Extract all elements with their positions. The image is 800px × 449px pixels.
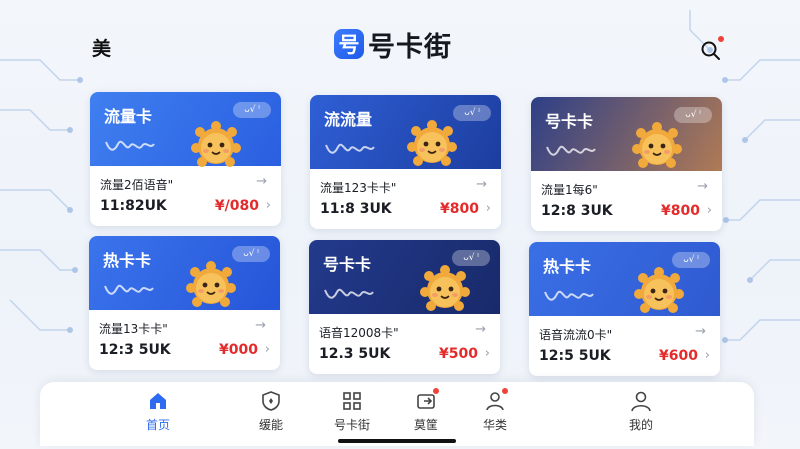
search-icon xyxy=(701,41,720,60)
card-detail: 12:8 3UK xyxy=(541,203,613,219)
card-detail: 12.3 5UK xyxy=(319,346,391,362)
card-title: 号卡卡 xyxy=(323,255,372,274)
chevron-right-icon: › xyxy=(265,198,271,213)
card-title: 号卡卡 xyxy=(545,112,594,131)
card-price: ¥500 xyxy=(439,346,478,362)
card-plan: 语音12008卡" xyxy=(319,326,399,340)
mascot-icon xyxy=(191,121,241,167)
nav-item-4[interactable]: 莫筐 xyxy=(396,388,456,440)
top-bar: 美 号 号卡街 xyxy=(0,0,800,90)
brand-name: 号卡街 xyxy=(368,31,452,63)
product-card[interactable]: 流量卡 ᴗ√ ˡ 流量2佰语音" → 11:82UK ¥/080 › xyxy=(90,92,281,226)
nav-item-home[interactable]: 首页 xyxy=(128,390,188,440)
card-plan: 流量1每6" xyxy=(541,183,598,197)
card-price: ¥800 xyxy=(440,201,479,217)
chevron-right-icon: → xyxy=(695,324,706,339)
card-title: 流量卡 xyxy=(104,107,153,126)
chevron-right-icon: › xyxy=(704,348,710,363)
squiggle-decoration xyxy=(104,284,154,295)
card-plan: 流量2佰语音" xyxy=(100,178,174,192)
product-card[interactable]: 热卡卡 ᴗ√ ˡ 流量13卡卡" → 12:3 5UK ¥000 › xyxy=(89,236,280,370)
card-price: ¥000 xyxy=(219,342,258,358)
profile-icon xyxy=(631,391,651,412)
card-price: ¥/080 xyxy=(214,198,259,214)
card-detail: 11:8 3UK xyxy=(320,201,392,217)
mascot-icon xyxy=(632,122,682,168)
mascot-icon xyxy=(186,261,236,307)
shield-icon xyxy=(262,391,280,411)
card-plan: 流量123卡卡" xyxy=(320,181,397,195)
chevron-right-icon: → xyxy=(476,177,487,192)
nav-label: 号卡街 xyxy=(333,418,370,432)
brand: 号 号卡街 xyxy=(334,24,452,64)
chevron-right-icon: › xyxy=(706,203,712,218)
notification-dot xyxy=(433,388,439,394)
nav-item-3[interactable]: 号卡街 xyxy=(322,390,382,440)
bottom-nav: 首页 缓能 号卡街 莫筐 华类 我的 xyxy=(40,382,754,446)
brand-logo: 号 xyxy=(334,29,364,59)
squiggle-decoration xyxy=(546,145,596,156)
notification-dot xyxy=(502,388,508,394)
mascot-icon xyxy=(420,265,470,311)
product-card[interactable]: 热卡卡 ᴗ√ ˡ 语音流流0卡" → 12:5 5UK ¥600 › xyxy=(529,242,720,376)
chevron-right-icon: → xyxy=(697,179,708,194)
squiggle-decoration xyxy=(544,290,594,301)
chevron-right-icon: › xyxy=(485,201,491,216)
product-card[interactable]: 号卡卡 ᴗ√ ˡ 流量1每6" → 12:8 3UK ¥800 › xyxy=(531,97,722,231)
chevron-right-icon: › xyxy=(264,342,270,357)
card-title: 热卡卡 xyxy=(103,251,152,270)
mascot-icon xyxy=(634,267,684,313)
squiggle-decoration xyxy=(105,140,155,151)
card-plan: 流量13卡卡" xyxy=(99,322,168,336)
home-indicator xyxy=(338,439,456,443)
card-detail: 12:5 5UK xyxy=(539,348,611,364)
chevron-right-icon: › xyxy=(484,346,490,361)
nav-label: 我的 xyxy=(628,418,653,432)
region-selector[interactable]: 美 xyxy=(92,34,111,61)
squiggle-decoration xyxy=(325,143,375,154)
home-icon xyxy=(150,393,166,409)
card-detail: 12:3 5UK xyxy=(99,342,171,358)
chevron-right-icon: → xyxy=(256,174,267,189)
chevron-right-icon: → xyxy=(475,322,486,337)
card-title: 热卡卡 xyxy=(543,257,592,276)
card-price: ¥800 xyxy=(661,203,700,219)
card-plan: 语音流流0卡" xyxy=(539,328,613,342)
nav-label: 华类 xyxy=(482,418,507,432)
nav-label: 莫筐 xyxy=(413,418,438,432)
card-tag: ᴗ√ ˡ xyxy=(233,102,271,118)
mascot-icon xyxy=(407,120,457,166)
chevron-right-icon: → xyxy=(255,318,266,333)
card-detail: 11:82UK xyxy=(100,198,167,214)
grid-icon xyxy=(343,392,361,410)
nav-label: 缓能 xyxy=(258,418,283,432)
product-card[interactable]: 流流量 ᴗ√ ˡ 流量123卡卡" → 11:8 3UK ¥800 › xyxy=(310,95,501,229)
card-title: 流流量 xyxy=(324,110,373,129)
nav-item-5[interactable]: 华类 xyxy=(465,388,525,440)
product-card[interactable]: 号卡卡 ᴗ√ ˡ 语音12008卡" → 12.3 5UK ¥500 › xyxy=(309,240,500,374)
squiggle-decoration xyxy=(324,288,374,299)
nav-item-2[interactable]: 缓能 xyxy=(241,390,301,440)
nav-item-profile[interactable]: 我的 xyxy=(611,390,671,440)
notification-dot xyxy=(718,36,724,42)
search-button[interactable] xyxy=(700,36,724,62)
card-price: ¥600 xyxy=(659,348,698,364)
nav-label: 首页 xyxy=(145,418,170,432)
